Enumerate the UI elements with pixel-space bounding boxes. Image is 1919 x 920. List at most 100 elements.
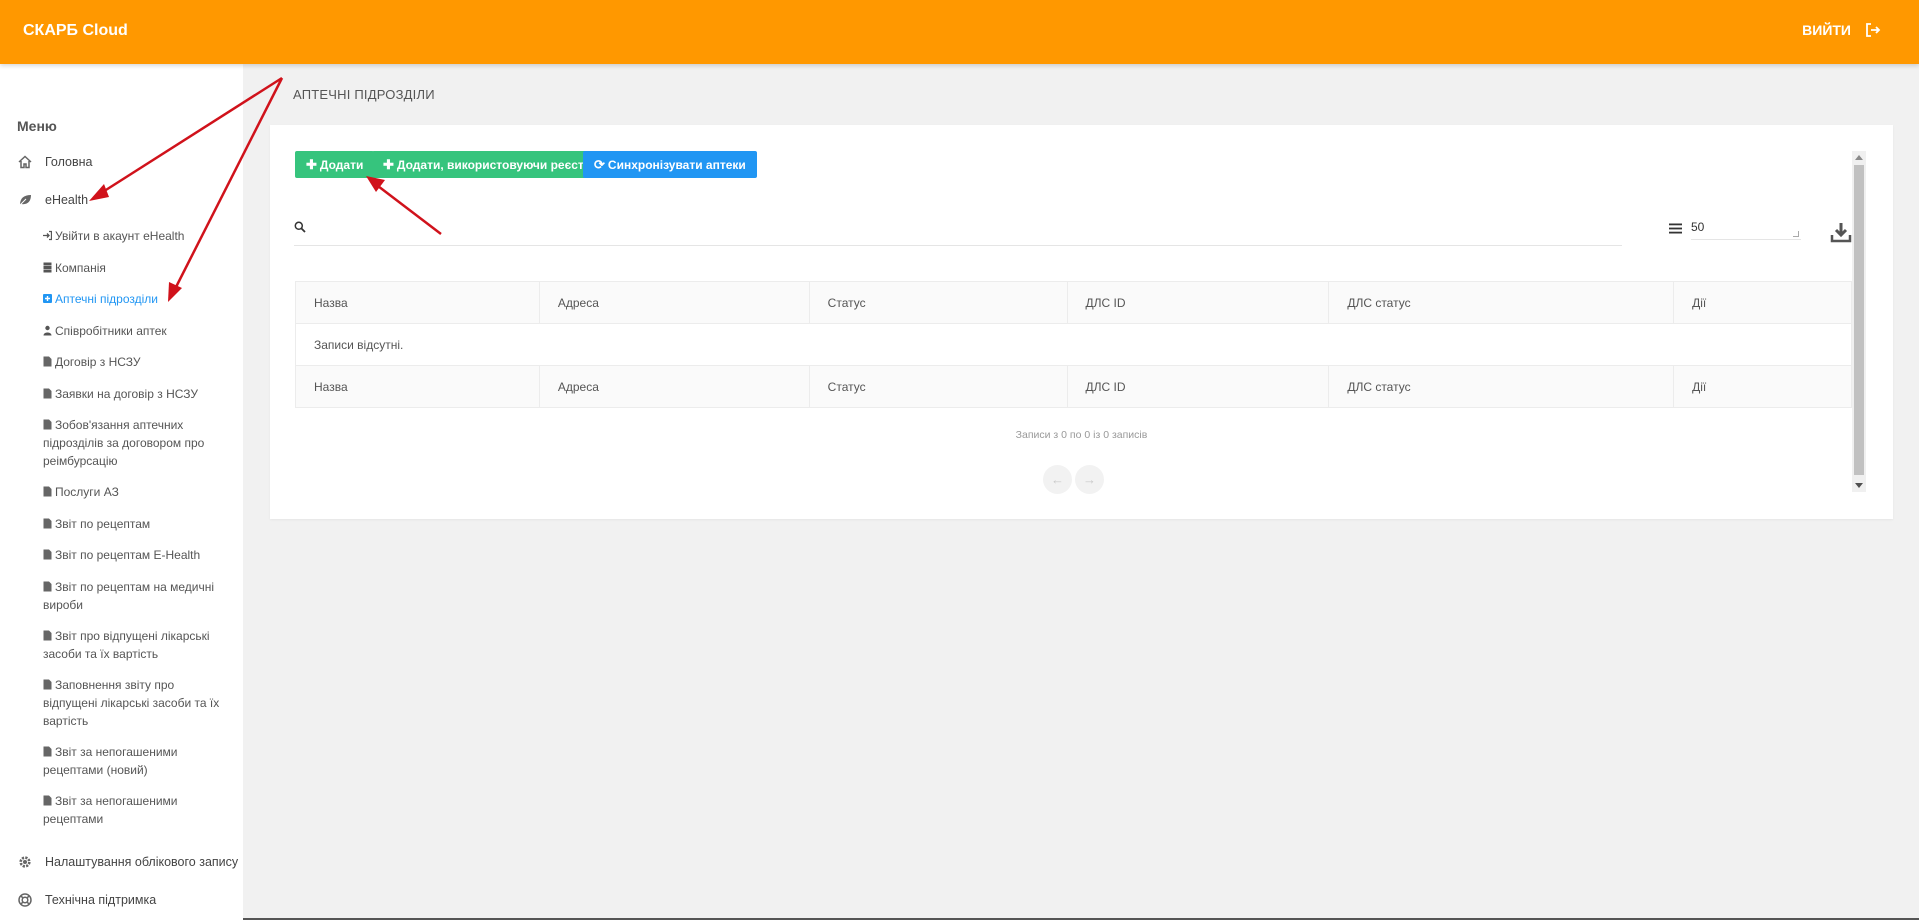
page-size-select[interactable]: 50 <box>1691 220 1801 240</box>
life-ring-icon <box>17 892 33 908</box>
sync-pharmacies-button[interactable]: ⟳ Синхронізувати аптеки <box>583 151 757 178</box>
file-icon <box>43 354 52 367</box>
footer-header-dls-id: ДЛС ID <box>1066 365 1330 408</box>
sidebar-item-az-services[interactable]: Послуги АЗ <box>43 483 228 501</box>
column-header-actions: Дії <box>1673 281 1852 324</box>
logout-label: ВИЙТИ <box>1802 22 1851 38</box>
footer-header-actions: Дії <box>1673 365 1852 408</box>
column-header-status[interactable]: Статус <box>808 281 1068 324</box>
scroll-down-icon[interactable] <box>1855 483 1863 488</box>
file-icon <box>43 677 52 690</box>
menu-title: Меню <box>17 118 57 134</box>
plus-square-icon <box>43 291 52 303</box>
sidebar-item-unpaid-prescriptions[interactable]: Звіт за непогашеними рецептами <box>43 792 228 828</box>
footer-header-name: Назва <box>295 365 540 408</box>
file-icon <box>43 744 52 757</box>
plus-icon: ✚ <box>383 156 394 172</box>
sidebar-item-label: Звіт за непогашеними рецептами <box>43 794 178 826</box>
sidebar-item-medical-devices-report[interactable]: Звіт по рецептам на медичні вироби <box>43 578 228 614</box>
file-icon <box>43 628 52 641</box>
sidebar-item-nhsu-requests[interactable]: Заявки на договір з НСЗУ <box>43 385 228 403</box>
sidebar-item-label: Увійти в акаунт eHealth <box>55 229 185 243</box>
sidebar-item-label: Головна <box>45 155 93 169</box>
home-icon <box>17 154 33 170</box>
footer-header-status: Статус <box>808 365 1068 408</box>
file-icon <box>43 579 52 592</box>
sidebar-item-label: Послуги АЗ <box>55 485 119 499</box>
sidebar-item-home[interactable]: Головна <box>17 154 93 170</box>
database-icon <box>43 260 52 273</box>
gear-icon <box>17 854 33 870</box>
sign-in-icon <box>43 228 53 241</box>
sidebar-item-prescription-report[interactable]: Звіт по рецептам <box>43 515 228 533</box>
empty-table-message: Записи відсутні. <box>295 323 1852 366</box>
sidebar-item-ehealth-login[interactable]: Увійти в акаунт eHealth <box>43 227 228 245</box>
table-row: Записи відсутні. <box>295 323 1852 366</box>
sidebar: Меню Головна eHealth Увійти в акаунт eHe… <box>0 64 243 920</box>
users-icon <box>43 323 52 336</box>
sidebar-item-unpaid-prescriptions-new[interactable]: Звіт за непогашеними рецептами (новий) <box>43 743 228 779</box>
sidebar-item-support[interactable]: Технічна підтримка <box>17 892 156 908</box>
list-icon <box>1669 223 1682 234</box>
footer-header-address: Адреса <box>538 365 810 408</box>
scroll-up-icon[interactable] <box>1855 155 1863 160</box>
sidebar-item-dispensed-drugs-report[interactable]: Звіт про відпущені лікарські засоби та ї… <box>43 627 228 663</box>
sidebar-item-prescription-report-ehealth[interactable]: Звіт по рецептам E-Health <box>43 546 228 564</box>
column-header-name[interactable]: Назва <box>295 281 540 324</box>
column-header-address[interactable]: Адреса <box>538 281 810 324</box>
sidebar-item-label: Заявки на договір з НСЗУ <box>55 387 198 401</box>
sidebar-item-reimbursement-obligations[interactable]: Зобов'язання аптечних підрозділів за дог… <box>43 416 228 470</box>
column-header-dls-status[interactable]: ДЛС статус <box>1328 281 1675 324</box>
leaf-icon <box>17 192 33 208</box>
search-input[interactable] <box>314 215 1614 237</box>
file-icon <box>43 417 52 430</box>
sidebar-item-label: Співробітники аптек <box>55 324 167 338</box>
table-header-row: Назва Адреса Статус ДЛС ID ДЛС статус Ді… <box>295 281 1852 324</box>
sidebar-item-account-settings[interactable]: Налаштування облікового запису <box>17 854 238 870</box>
sidebar-item-nhsu-contract[interactable]: Договір з НСЗУ <box>43 353 228 371</box>
add-registry-button[interactable]: ✚ Додати, використовуючи реєстр <box>372 151 603 178</box>
sidebar-item-label: Звіт за непогашеними рецептами (новий) <box>43 745 178 777</box>
sidebar-item-label: Звіт по рецептам <box>55 517 151 531</box>
sidebar-item-label: Зобов'язання аптечних підрозділів за дог… <box>43 418 205 468</box>
sidebar-item-label: Заповнення звіту про відпущені лікарські… <box>43 678 220 728</box>
add-button[interactable]: ✚ Додати <box>295 151 375 178</box>
next-page-button[interactable]: → <box>1075 465 1104 494</box>
sync-button-label: Синхронізувати аптеки <box>607 157 746 172</box>
page-size-value: 50 <box>1691 220 1705 234</box>
footer-header-dls-status: ДЛС статус <box>1328 365 1675 408</box>
add-button-label: Додати <box>319 157 364 172</box>
app-brand[interactable]: СКАРБ Cloud <box>23 22 128 40</box>
sidebar-item-label: Договір з НСЗУ <box>55 355 141 369</box>
download-icon[interactable] <box>1830 221 1852 243</box>
sidebar-item-dispensed-drugs-fill[interactable]: Заповнення звіту про відпущені лікарські… <box>43 676 228 730</box>
pagination-info: Записи з 0 по 0 із 0 записів <box>1015 429 1148 441</box>
content-card: ✚ Додати ✚ Додати, використовуючи реєстр… <box>270 125 1893 519</box>
file-icon <box>43 386 52 399</box>
sidebar-item-pharmacy-staff[interactable]: Співробітники аптек <box>43 322 228 340</box>
sidebar-item-pharmacy-units[interactable]: Аптечні підрозділи <box>43 290 228 308</box>
sign-out-icon <box>1866 23 1881 37</box>
file-icon <box>43 547 52 560</box>
table-footer-row: Назва Адреса Статус ДЛС ID ДЛС статус Ді… <box>295 365 1852 408</box>
search-underline <box>294 245 1622 246</box>
sidebar-item-label: Налаштування облікового запису <box>45 855 239 869</box>
sidebar-item-ehealth[interactable]: eHealth <box>17 192 88 208</box>
sidebar-item-company[interactable]: Компанія <box>43 259 228 277</box>
column-header-dls-id[interactable]: ДЛС ID <box>1066 281 1330 324</box>
sidebar-item-label: Звіт про відпущені лікарські засоби та ї… <box>43 629 210 661</box>
top-bar: СКАРБ Cloud ВИЙТИ <box>0 0 1919 64</box>
sidebar-item-label: Компанія <box>55 261 106 275</box>
resize-grip-icon <box>1793 231 1799 237</box>
sidebar-item-label: Звіт по рецептам E-Health <box>55 548 201 562</box>
prev-page-button[interactable]: ← <box>1043 465 1072 494</box>
file-icon <box>43 793 52 806</box>
add-registry-button-label: Додати, використовуючи реєстр <box>396 157 592 172</box>
refresh-icon: ⟳ <box>594 156 605 172</box>
pagination: ← → <box>1043 465 1104 494</box>
logout-button[interactable]: ВИЙТИ <box>1802 22 1881 38</box>
sidebar-item-label: eHealth <box>45 193 89 207</box>
pharmacy-units-table: Назва Адреса Статус ДЛС ID ДЛС статус Ді… <box>295 281 1852 408</box>
sidebar-item-label: Аптечні підрозділи <box>55 292 159 306</box>
sidebar-item-label: Звіт по рецептам на медичні вироби <box>43 580 215 612</box>
